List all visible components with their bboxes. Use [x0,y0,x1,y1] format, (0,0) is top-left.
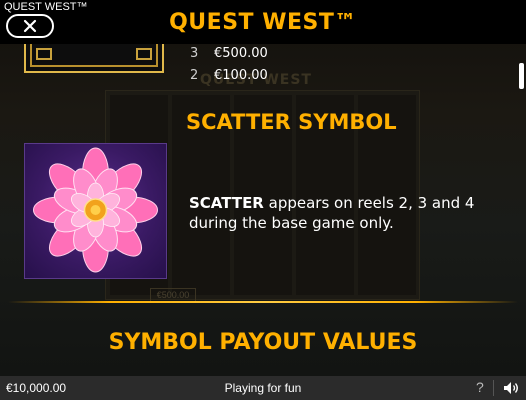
footer-divider [493,380,494,396]
section-divider [8,301,518,303]
page-title: QUEST WEST™ [169,10,357,35]
frame-ornament-icon [36,48,52,60]
footer-bar: €10,000.00 Playing for fun ? [0,376,526,400]
play-mode-label: Playing for fun [224,381,302,395]
payout-count: 3 [190,46,199,61]
scatter-keyword: SCATTER [189,194,264,212]
payout-row: 3 €500.00 [190,46,268,61]
payout-row: 2 €100.00 [190,68,268,83]
frame-ornament-icon [136,48,152,60]
help-button[interactable]: ? [476,379,484,395]
lotus-flower-icon [33,147,158,273]
header-bar: QUEST WEST™ QUEST WEST™ [0,0,526,44]
background-bet-chip: €500.00 [150,288,196,302]
scatter-symbol-card [24,143,167,279]
payout-count: 2 [190,68,199,83]
scrollbar-thumb[interactable] [519,63,524,89]
payout-section-title: SYMBOL PAYOUT VALUES [108,330,418,355]
scrollbar-track[interactable] [519,44,524,374]
previous-symbol-card [24,44,164,73]
payout-value: €100.00 [214,68,268,83]
speaker-icon[interactable] [503,381,519,395]
scatter-description: SCATTER appears on reels 2, 3 and 4 duri… [189,193,489,233]
scatter-section-title: SCATTER SYMBOL [186,110,397,134]
payout-value: €500.00 [214,46,268,61]
